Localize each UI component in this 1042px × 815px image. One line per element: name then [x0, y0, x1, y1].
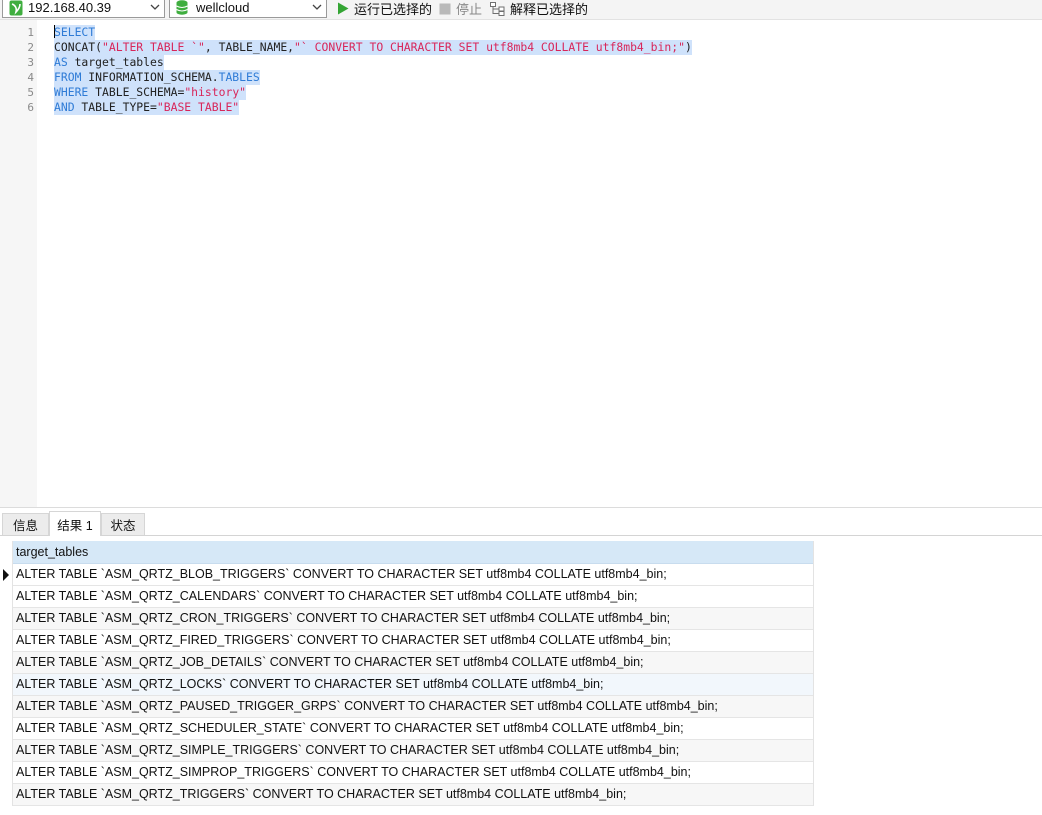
table-cell[interactable]: ALTER TABLE `ASM_QRTZ_TRIGGERS` CONVERT … [16, 787, 626, 801]
code-text: FROM INFORMATION_SCHEMA.TABLES [54, 70, 260, 85]
explain-plan-icon [490, 1, 505, 16]
table-row[interactable]: ALTER TABLE `ASM_QRTZ_SIMPROP_TRIGGERS` … [13, 762, 813, 784]
code-line[interactable]: 3 AS target_tables [0, 55, 1042, 70]
code-line[interactable]: 5 WHERE TABLE_SCHEMA="history" [0, 85, 1042, 100]
table-row[interactable]: ALTER TABLE `ASM_QRTZ_CALENDARS` CONVERT… [13, 586, 813, 608]
line-number: 1 [27, 26, 34, 39]
connection-name: 192.168.40.39 [28, 0, 112, 15]
run-selected-button[interactable]: 运行已选择的 [337, 0, 432, 17]
sql-text: ) [684, 40, 692, 54]
code-text: SELECT [54, 25, 96, 40]
sql-keyword: AND [54, 100, 75, 114]
code-text: WHERE TABLE_SCHEMA="history" [54, 85, 247, 100]
table-cell[interactable]: ALTER TABLE `ASM_QRTZ_SIMPROP_TRIGGERS` … [16, 765, 691, 779]
sql-string: "` CONVERT TO CHARACTER SET utf8mb4 COLL… [294, 40, 685, 54]
sql-keyword: FROM [54, 70, 82, 84]
sql-keyword: WHERE [54, 85, 89, 99]
chevron-down-icon [150, 4, 160, 10]
code-line[interactable]: 1 SELECT [0, 25, 1042, 40]
database-icon [176, 0, 188, 15]
line-number: 2 [27, 41, 34, 54]
table-row[interactable]: ALTER TABLE `ASM_QRTZ_LOCKS` CONVERT TO … [13, 674, 813, 696]
stop-icon [439, 3, 451, 14]
tab-info[interactable]: 信息 [2, 513, 49, 535]
table-cell[interactable]: ALTER TABLE `ASM_QRTZ_JOB_DETAILS` CONVE… [16, 655, 644, 669]
sql-text: TABLE_TYPE= [74, 100, 157, 114]
table-row[interactable]: ALTER TABLE `ASM_QRTZ_CRON_TRIGGERS` CON… [13, 608, 813, 630]
table-cell[interactable]: ALTER TABLE `ASM_QRTZ_CRON_TRIGGERS` CON… [16, 611, 670, 625]
result-tabs: 信息 结果 1 状态 [0, 511, 1042, 536]
sql-code[interactable]: 1 SELECT 2 CONCAT("ALTER TABLE `", TABLE_NA… [0, 25, 1042, 115]
table-cell[interactable]: ALTER TABLE `ASM_QRTZ_SCHEDULER_STATE` C… [16, 721, 684, 735]
line-number: 6 [27, 101, 34, 114]
stop-label: 停止 [456, 2, 483, 17]
sql-text: TABLE_SCHEMA= [88, 85, 185, 99]
line-number: 4 [27, 71, 34, 84]
sql-string: "BASE TABLE" [156, 100, 240, 114]
sql-text: INFORMATION_SCHEMA. [81, 70, 219, 84]
stop-button[interactable]: 停止 [439, 0, 482, 17]
sql-keyword: TABLES [218, 70, 260, 84]
sql-string: "ALTER TABLE `" [102, 40, 205, 54]
code-line[interactable]: 6 AND TABLE_TYPE="BASE TABLE" [0, 100, 1042, 115]
table-cell[interactable]: ALTER TABLE `ASM_QRTZ_LOCKS` CONVERT TO … [16, 677, 603, 691]
query-toolbar: 192.168.40.39 wellcloud 运行已选择的 停止 解释已选择的 [0, 0, 1042, 20]
tab-result-1[interactable]: 结果 1 [49, 511, 101, 536]
database-select[interactable]: wellcloud [169, 0, 327, 18]
code-text: AND TABLE_TYPE="BASE TABLE" [54, 100, 240, 115]
database-name: wellcloud [196, 0, 250, 15]
play-icon [338, 2, 349, 15]
run-selected-label: 运行已选择的 [354, 2, 433, 17]
result-rows: ALTER TABLE `ASM_QRTZ_BLOB_TRIGGERS` CON… [3, 564, 813, 806]
connection-select[interactable]: 192.168.40.39 [2, 0, 165, 18]
sql-keyword: AS [54, 55, 68, 69]
result-grid: target_tables ALTER TABLE `ASM_QRTZ_BLOB… [3, 541, 814, 806]
code-line[interactable]: 4 FROM INFORMATION_SCHEMA.TABLES [0, 70, 1042, 85]
sql-text: target_tables [67, 55, 164, 69]
line-number: 5 [27, 86, 34, 99]
sql-text: CONCAT( [54, 40, 103, 54]
connection-icon [9, 0, 23, 15]
table-row[interactable]: ALTER TABLE `ASM_QRTZ_JOB_DETAILS` CONVE… [13, 652, 813, 674]
table-row[interactable]: ALTER TABLE `ASM_QRTZ_PAUSED_TRIGGER_GRP… [13, 696, 813, 718]
code-line[interactable]: 2 CONCAT("ALTER TABLE `", TABLE_NAME,"` C… [0, 40, 1042, 55]
sql-string: "history" [184, 85, 247, 99]
table-row[interactable]: ALTER TABLE `ASM_QRTZ_BLOB_TRIGGERS` CON… [3, 564, 813, 586]
code-text: CONCAT("ALTER TABLE `", TABLE_NAME,"` CO… [54, 40, 692, 55]
code-text: AS target_tables [54, 55, 164, 70]
line-number: 3 [27, 56, 34, 69]
table-row[interactable]: ALTER TABLE `ASM_QRTZ_SCHEDULER_STATE` C… [13, 718, 813, 740]
explain-selected-label: 解释已选择的 [510, 2, 589, 17]
table-row[interactable]: ALTER TABLE `ASM_QRTZ_FIRED_TRIGGERS` CO… [13, 630, 813, 652]
table-cell[interactable]: ALTER TABLE `ASM_QRTZ_FIRED_TRIGGERS` CO… [16, 633, 671, 647]
chevron-down-icon [312, 4, 322, 10]
sql-editor[interactable]: 1 SELECT 2 CONCAT("ALTER TABLE `", TABLE_NA… [0, 20, 1042, 508]
table-row[interactable]: ALTER TABLE `ASM_QRTZ_SIMPLE_TRIGGERS` C… [13, 740, 813, 762]
tab-status[interactable]: 状态 [101, 513, 145, 535]
table-cell[interactable]: ALTER TABLE `ASM_QRTZ_CALENDARS` CONVERT… [16, 589, 638, 603]
table-row[interactable]: ALTER TABLE `ASM_QRTZ_TRIGGERS` CONVERT … [13, 784, 813, 806]
explain-selected-button[interactable]: 解释已选择的 [490, 0, 588, 17]
sql-keyword: SELECT [54, 25, 96, 39]
table-cell[interactable]: ALTER TABLE `ASM_QRTZ_PAUSED_TRIGGER_GRP… [16, 699, 718, 713]
column-header-target-tables[interactable]: target_tables [13, 541, 813, 564]
sql-text: , TABLE_NAME, [204, 40, 295, 54]
table-cell[interactable]: ALTER TABLE `ASM_QRTZ_BLOB_TRIGGERS` CON… [16, 567, 667, 581]
table-cell[interactable]: ALTER TABLE `ASM_QRTZ_SIMPLE_TRIGGERS` C… [16, 743, 679, 757]
current-row-indicator-icon [3, 569, 9, 581]
